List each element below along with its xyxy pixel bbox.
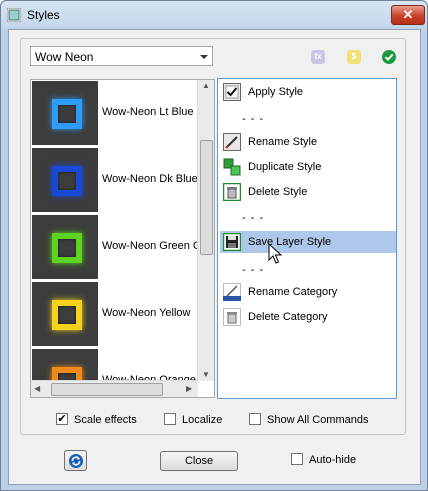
command-separator: - - - bbox=[242, 113, 265, 125]
style-thumbnail bbox=[32, 81, 98, 145]
rename-style-icon bbox=[223, 133, 241, 151]
command-separator: - - - bbox=[242, 212, 265, 224]
style-list-item[interactable]: Wow-Neon Lt Blue bbox=[32, 81, 202, 147]
neon-square-preview bbox=[52, 300, 82, 330]
command-delete-style[interactable]: Delete Style bbox=[220, 181, 396, 203]
command-apply-style[interactable]: Apply Style bbox=[220, 81, 396, 103]
chevron-down-icon bbox=[200, 55, 208, 59]
delete-style-icon bbox=[223, 183, 241, 201]
style-list-item[interactable]: Wow-Neon Dk Blue bbox=[32, 148, 202, 214]
command-label: Apply Style bbox=[248, 86, 304, 98]
refresh-icon bbox=[68, 454, 83, 468]
style-list-vertical-scrollbar[interactable]: ▲ ▼ bbox=[197, 80, 214, 381]
window-close-button[interactable]: ✕ bbox=[391, 5, 425, 25]
show-all-commands-checkbox[interactable] bbox=[249, 413, 261, 425]
command-duplicate-style[interactable]: Duplicate Style bbox=[220, 156, 396, 178]
fx-icon[interactable]: fx bbox=[311, 50, 325, 64]
apply-style-icon bbox=[223, 83, 241, 101]
auto-hide-checkbox[interactable] bbox=[291, 453, 303, 465]
title-bar[interactable]: Styles ✕ bbox=[1, 1, 427, 29]
window-title: Styles bbox=[27, 8, 60, 22]
scale-effects-label: Scale effects bbox=[74, 414, 137, 426]
scroll-up-arrow-icon[interactable]: ▲ bbox=[202, 81, 210, 90]
style-list-item[interactable]: Wow-Neon Yellow bbox=[32, 282, 202, 348]
vertical-scroll-thumb[interactable] bbox=[200, 140, 213, 255]
neon-square-preview bbox=[52, 166, 82, 196]
command-label: Rename Category bbox=[248, 286, 338, 298]
style-thumbnail bbox=[32, 148, 98, 212]
styles-app-icon bbox=[7, 8, 21, 22]
close-button[interactable]: Close bbox=[160, 451, 238, 471]
neon-square-preview bbox=[52, 99, 82, 129]
duplicate-style-icon bbox=[223, 158, 241, 176]
scroll-left-arrow-icon[interactable]: ◀ bbox=[34, 384, 40, 393]
command-save-layer-style[interactable]: Save Layer Style bbox=[220, 231, 396, 253]
style-list[interactable]: Wow-Neon OrangeWow-Neon YellowWow-Neon G… bbox=[30, 79, 215, 398]
show-all-commands-label: Show All Commands bbox=[267, 414, 369, 426]
scroll-right-arrow-icon[interactable]: ▶ bbox=[186, 384, 192, 393]
command-rename-style[interactable]: Rename Style bbox=[220, 131, 396, 153]
localize-label: Localize bbox=[182, 414, 223, 426]
category-dropdown[interactable]: Wow Neon bbox=[30, 46, 213, 66]
scroll-down-arrow-icon[interactable]: ▼ bbox=[202, 370, 210, 379]
delete-category-icon bbox=[223, 308, 241, 326]
command-label: Rename Style bbox=[248, 136, 318, 148]
dollar-icon[interactable]: $ bbox=[347, 50, 361, 64]
mouse-cursor-icon bbox=[268, 243, 282, 264]
style-label: Wow-Neon Dk Blue bbox=[102, 173, 198, 185]
command-delete-category[interactable]: Delete Category bbox=[220, 306, 396, 328]
style-label: Wow-Neon Yellow bbox=[102, 307, 191, 319]
check-icon[interactable] bbox=[382, 50, 396, 64]
style-list-item[interactable]: Wow-Neon Green Glow bbox=[32, 215, 202, 281]
command-rename-category[interactable]: Rename Category bbox=[220, 281, 396, 303]
command-label: Delete Style bbox=[248, 186, 308, 198]
auto-hide-label: Auto-hide bbox=[309, 454, 357, 466]
command-label: Delete Category bbox=[248, 311, 328, 323]
refresh-button[interactable] bbox=[64, 450, 87, 471]
style-thumbnail bbox=[32, 215, 98, 279]
styles-window: Styles ✕ Wow Neon fx $ Wow-Neon OrangeWo… bbox=[0, 0, 428, 491]
style-list-horizontal-scrollbar[interactable]: ◀ ▶ bbox=[31, 380, 198, 397]
save-layer-style-icon bbox=[223, 233, 241, 251]
command-label: Save Layer Style bbox=[248, 236, 332, 248]
rename-category-icon bbox=[223, 283, 241, 301]
scale-effects-checkbox[interactable]: ✔ bbox=[56, 413, 68, 425]
client-area: Wow Neon fx $ Wow-Neon OrangeWow-Neon Ye… bbox=[8, 29, 421, 485]
horizontal-scroll-thumb[interactable] bbox=[51, 383, 163, 396]
command-list[interactable]: Apply Style - - - Rename Style Duplicate St… bbox=[217, 78, 397, 399]
localize-checkbox[interactable] bbox=[164, 413, 176, 425]
category-selected: Wow Neon bbox=[35, 50, 94, 64]
command-label: Duplicate Style bbox=[248, 161, 322, 173]
style-label: Wow-Neon Green Glow bbox=[102, 240, 200, 252]
style-label: Wow-Neon Lt Blue bbox=[102, 106, 194, 118]
style-thumbnail bbox=[32, 282, 98, 346]
neon-square-preview bbox=[52, 233, 82, 263]
command-separator: - - - bbox=[242, 264, 265, 276]
